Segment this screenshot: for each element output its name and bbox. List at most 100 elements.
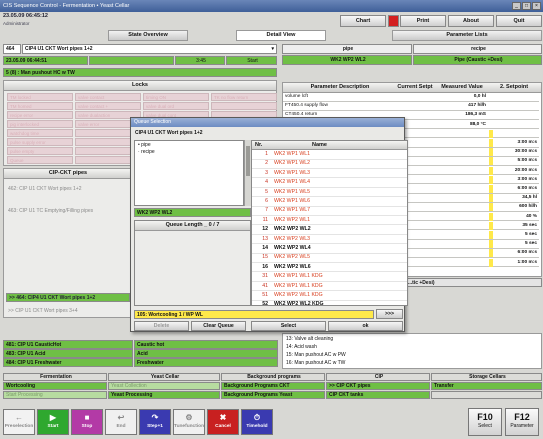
cip-pipe-item-active[interactable]: >> 464: CIP4 U1 CKT Wort pipes 1+2 [6, 293, 130, 302]
bottom-tab-item[interactable]: Background Programs Yeast [221, 391, 325, 399]
scrollbar-thumb[interactable] [246, 146, 250, 176]
bottom-tab-item[interactable] [431, 391, 542, 399]
f12-parameter-button[interactable]: F12 Parameter [505, 408, 539, 436]
object-start[interactable]: Start [226, 56, 277, 65]
bottom-tab-item[interactable]: >> CIP CKT pipes [326, 382, 430, 390]
fkey-end-button[interactable]: ↩ End [105, 409, 137, 435]
param-s: 35 sec [522, 222, 537, 228]
about-button[interactable]: About [448, 15, 494, 27]
quit-button[interactable]: Quit [496, 15, 542, 27]
recipe-header: recipe [413, 44, 542, 54]
queue-list-header: Nr. Name [252, 141, 407, 150]
queue-list-item[interactable]: 13 WK2 WP2 WL3 [252, 235, 407, 245]
clear-queue-button[interactable]: Clear Queue [191, 321, 246, 331]
close-icon[interactable]: × [532, 2, 541, 10]
queue-item-no: 2 [265, 160, 268, 167]
queue-list-item[interactable]: 52 WK2 WP2 WL2 KDG [252, 300, 407, 305]
queue-list-item[interactable]: 5 WK2 WP1 WL5 [252, 188, 407, 198]
fkey-cancel-button[interactable]: ✖ Cancel [207, 409, 239, 435]
queue-list-item[interactable]: 1 WK2 WP1 WL1 [252, 150, 407, 160]
queue-list-item[interactable]: 12 WK2 WP2 WL2 [252, 225, 407, 235]
tree-scrollbar[interactable] [244, 140, 251, 206]
next-button[interactable]: >>> [376, 309, 403, 319]
step-item[interactable]: 13: Valve alt cleaning [284, 335, 540, 343]
object-duration: 3:45 [175, 56, 225, 65]
object-name-select[interactable]: CIP4 U1 CKT Wort pipes 1+2 ▾ [22, 44, 277, 54]
bottom-tab-item[interactable]: Yeast Processing [108, 391, 220, 399]
queue-list-item[interactable]: 51 WK2 WP2 WL1 KDG [252, 291, 407, 301]
queue-list-item[interactable]: 2 WK2 WP1 WL2 [252, 159, 407, 169]
fkey-label: Preselection [4, 424, 34, 429]
queue-list-item[interactable]: 11 WK2 WP2 WL1 [252, 216, 407, 226]
queue-list-item[interactable]: 6 WK2 WP1 WL6 [252, 197, 407, 207]
fkey-tunefunction-button[interactable]: ⚙ Tunefunction [173, 409, 205, 435]
param-s: 3:00 m:s [517, 176, 537, 182]
bottom-tab-header[interactable]: Storage Cellars [431, 373, 542, 381]
tree-node-recipe[interactable]: · recipe [135, 149, 243, 155]
bottom-tab-item[interactable]: Wortcooling [3, 382, 107, 390]
bottom-tab-item[interactable]: Start Processing [3, 391, 107, 399]
bottom-tab-item[interactable]: Yeast Collection [108, 382, 220, 390]
ok-button[interactable]: ok [328, 321, 403, 331]
queue-list-item[interactable]: 41 WK2 WP1 WL1 KDG [252, 282, 407, 292]
print-icon[interactable] [388, 15, 399, 27]
queue-list-item[interactable]: 3 WK2 WP1 WL3 [252, 169, 407, 179]
param-m: 0,0 hl [473, 94, 486, 99]
minimize-icon[interactable]: _ [512, 2, 521, 10]
bottom-tab-header[interactable]: CIP [326, 373, 430, 381]
cip-pipe-item[interactable]: 463: CIP U1 TC Emptying/Filling pipes [6, 207, 130, 216]
bottom-tab-item[interactable]: Background Programs CKT [221, 382, 325, 390]
fkey-timehold-button[interactable]: ⏱ Timehold [241, 409, 273, 435]
chart-button[interactable]: Chart [340, 15, 386, 27]
queue-item-name: WK2 WP2 WL5 [274, 254, 311, 261]
param-s: 600 hl/h [519, 204, 537, 210]
dialog-object-name: CIP4 U1 CKT Wort pipes 1+2 [135, 130, 203, 136]
param-s: 34,5 hl [522, 195, 537, 201]
bottom-tab-header[interactable]: Background programs [221, 373, 325, 381]
print-button[interactable]: Print [400, 15, 446, 27]
queue-list-item[interactable]: 4 WK2 WP1 WL4 [252, 178, 407, 188]
fkey-icon: ↩ [117, 413, 125, 422]
queue-item-no: 5 [265, 188, 268, 195]
fkey-step-1-button[interactable]: ↷ Step+1 [139, 409, 171, 435]
fkey-preselection-button[interactable]: ← Preselection [3, 409, 35, 435]
fkey-label: Start [47, 424, 59, 429]
tab-detail-view[interactable]: Detail View [236, 30, 326, 41]
param-s: 3:00 m:s [517, 140, 537, 145]
queue-list-item[interactable]: 31 WK2 WP1 WL1 KDG [252, 272, 407, 282]
delete-button[interactable]: Delete [134, 321, 189, 331]
param-m: 88,0 °C [469, 121, 486, 127]
fkey-icon: ▶ [49, 413, 57, 422]
param-s: 5 sec [524, 232, 537, 237]
select-button[interactable]: Select [251, 321, 326, 331]
bottom-tab-header[interactable]: Yeast Cellar [108, 373, 220, 381]
f10-select-button[interactable]: F10 Select [468, 408, 502, 436]
maximize-icon[interactable]: □ [522, 2, 531, 10]
parameter-row[interactable]: volume lcft 0,0 hl [283, 93, 539, 102]
tab-state-overview[interactable]: State Overview [108, 30, 188, 41]
bottom-tab-item[interactable]: CIP CKT tanks [326, 391, 430, 399]
setpoint-marker [489, 221, 493, 230]
fkey-icon: ■ [84, 413, 90, 422]
parameter-row[interactable]: FT450.4 supply flow 417 hl/h [283, 102, 539, 111]
bottom-tab-item[interactable]: Transfer [431, 382, 542, 390]
fkey-stop-button[interactable]: ■ Stop [71, 409, 103, 435]
step-item[interactable]: 15: Man pushout AC w PW [284, 351, 540, 359]
lock-indicator: pulse empty [7, 147, 73, 155]
param-s: 6:00 m:s [517, 186, 537, 191]
lock-indicator: valve contact [75, 93, 141, 101]
tree-node-pipe[interactable]: • pipe [135, 141, 243, 149]
cip-pipe-item[interactable]: 462: CIP U1 CKT Wort pipes 1+2 [6, 185, 130, 194]
fkey-start-button[interactable]: ▶ Start [37, 409, 69, 435]
setpoint-marker [489, 175, 493, 184]
recipe-side-header: ...tic +Desi) [405, 278, 542, 287]
step-item[interactable]: 16: Man pushout AC w TW [284, 359, 540, 367]
queue-list-item[interactable]: 14 WK2 WP2 WL4 [252, 244, 407, 254]
queue-list-item[interactable]: 16 WK2 WP2 WL6 [252, 263, 407, 273]
step-item[interactable]: 14: Acid wash [284, 343, 540, 351]
queue-list-item[interactable]: 15 WK2 WP2 WL5 [252, 253, 407, 263]
tab-parameter-lists[interactable]: Parameter Lists [392, 30, 542, 41]
queue-list-item[interactable]: 7 WK2 WP1 WL7 [252, 206, 407, 216]
cip-pipe-item[interactable]: >> CIP U1 CKT Wort pipes 3+4 [6, 307, 130, 316]
bottom-tab-header[interactable]: Fermentation [3, 373, 107, 381]
